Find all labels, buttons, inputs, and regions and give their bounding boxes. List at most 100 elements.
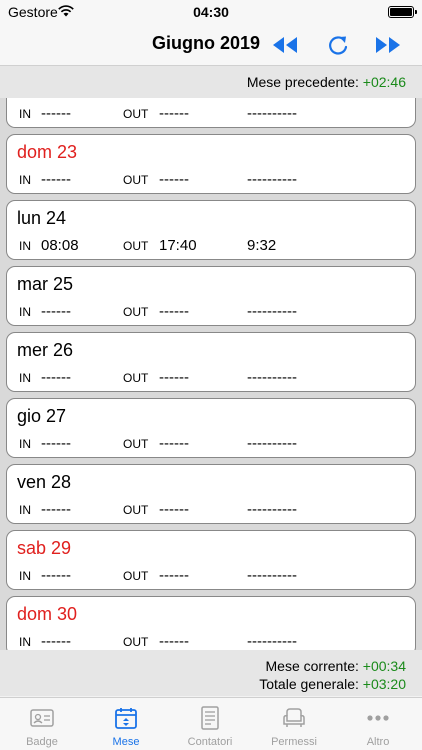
day-card[interactable]: lun 24 IN 08:08 OUT 17:40 9:32: [6, 200, 416, 260]
worked-total: ----------: [247, 633, 297, 650]
out-label: OUT: [123, 503, 149, 517]
day-card[interactable]: dom 30 IN ------ OUT ------ ----------: [6, 596, 416, 650]
in-label: IN: [19, 371, 31, 385]
badge-card-icon: [30, 709, 54, 727]
previous-month-value: +02:46: [362, 74, 406, 90]
tab-altro[interactable]: Altro: [336, 698, 420, 750]
day-times-row: IN ------ OUT ------ ----------: [7, 633, 415, 650]
tab-badge-label: Badge: [26, 736, 58, 748]
out-label: OUT: [123, 437, 149, 451]
out-time: ------: [159, 369, 189, 386]
next-month-button[interactable]: [373, 31, 403, 59]
day-card[interactable]: IN ------ OUT ------ ----------: [6, 98, 416, 128]
out-label: OUT: [123, 569, 149, 583]
day-times-row: IN ------ OUT ------ ----------: [7, 435, 415, 455]
in-time: ------: [41, 105, 71, 122]
out-label: OUT: [123, 107, 149, 121]
out-label: OUT: [123, 239, 149, 253]
out-time: ------: [159, 567, 189, 584]
out-time: ------: [159, 105, 189, 122]
tab-permessi[interactable]: Permessi: [252, 698, 336, 750]
in-label: IN: [19, 635, 31, 649]
worked-total: ----------: [247, 303, 297, 320]
double-arrow-left-icon: [273, 37, 297, 53]
day-card[interactable]: ven 28 IN ------ OUT ------ ----------: [6, 464, 416, 524]
out-label: OUT: [123, 173, 149, 187]
day-label: lun 24: [17, 208, 67, 228]
day-list[interactable]: IN ------ OUT ------ ---------- dom 23 IN -----…: [0, 98, 422, 650]
in-time: ------: [41, 303, 71, 320]
navigation-bar: Giugno 2019: [0, 24, 422, 66]
current-month-value: +00:34: [362, 658, 406, 674]
in-time: ------: [41, 567, 71, 584]
refresh-button[interactable]: [323, 31, 353, 59]
worked-total: 9:32: [247, 237, 277, 254]
day-times-row: IN 08:08 OUT 17:40 9:32: [7, 237, 415, 257]
tab-bar: Badge Mese Contatori Permessi Altro: [0, 697, 422, 750]
battery-icon: [388, 6, 417, 18]
in-time: 08:08: [41, 237, 79, 254]
in-label: IN: [19, 437, 31, 451]
status-bar: Gestore 04:30: [0, 0, 422, 24]
in-time: ------: [41, 633, 71, 650]
out-time: ------: [159, 171, 189, 188]
out-label: OUT: [123, 635, 149, 649]
in-label: IN: [19, 239, 31, 253]
in-label: IN: [19, 107, 31, 121]
day-times-row: IN ------ OUT ------ ----------: [7, 171, 415, 191]
previous-month-balance: Mese precedente: +02:46: [0, 66, 422, 98]
tab-badge[interactable]: Badge: [0, 698, 84, 750]
worked-total: ----------: [247, 567, 297, 584]
refresh-icon: [329, 36, 348, 55]
out-time: ------: [159, 303, 189, 320]
day-card[interactable]: gio 27 IN ------ OUT ------ ----------: [6, 398, 416, 458]
day-label: mer 26: [17, 340, 74, 360]
tab-mese-label: Mese: [112, 736, 140, 748]
worked-total: ----------: [247, 369, 297, 386]
calendar-icon: [115, 708, 137, 729]
general-total-value: +03:20: [362, 676, 406, 692]
in-time: ------: [41, 369, 71, 386]
day-label: mar 25: [17, 274, 74, 294]
out-time: 17:40: [159, 237, 197, 254]
day-times-row: IN ------ OUT ------ ----------: [7, 369, 415, 389]
worked-total: ----------: [247, 105, 297, 122]
in-time: ------: [41, 501, 71, 518]
previous-month-label: Mese precedente:: [246, 74, 359, 90]
more-dots-icon: [367, 715, 389, 721]
day-times-row: IN ------ OUT ------ ----------: [7, 567, 415, 587]
previous-month-button[interactable]: [270, 31, 300, 59]
in-label: IN: [19, 173, 31, 187]
day-card[interactable]: mar 25 IN ------ OUT ------ ----------: [6, 266, 416, 326]
worked-total: ----------: [247, 435, 297, 452]
totals-panel: Mese corrente: +00:34 Totale generale: +…: [0, 650, 422, 696]
out-time: ------: [159, 435, 189, 452]
tab-contatori-label: Contatori: [187, 736, 233, 748]
worked-total: ----------: [247, 501, 297, 518]
out-time: ------: [159, 633, 189, 650]
day-times-row: IN ------ OUT ------ ----------: [7, 303, 415, 323]
day-label: sab 29: [17, 538, 72, 558]
tab-altro-label: Altro: [366, 736, 390, 748]
worked-total: ----------: [247, 171, 297, 188]
day-label: gio 27: [17, 406, 67, 426]
in-time: ------: [41, 171, 71, 188]
day-label: dom 23: [17, 142, 78, 162]
in-label: IN: [19, 305, 31, 319]
day-card[interactable]: mer 26 IN ------ OUT ------ ----------: [6, 332, 416, 392]
day-label: dom 30: [17, 604, 78, 624]
day-card[interactable]: dom 23 IN ------ OUT ------ ----------: [6, 134, 416, 194]
day-label: ven 28: [17, 472, 72, 492]
out-time: ------: [159, 501, 189, 518]
out-label: OUT: [123, 305, 149, 319]
tab-contatori[interactable]: Contatori: [168, 698, 252, 750]
document-icon: [201, 706, 219, 730]
tab-mese[interactable]: Mese: [84, 698, 168, 750]
general-total-label: Totale generale:: [259, 676, 359, 692]
tab-permessi-label: Permessi: [271, 736, 317, 748]
current-month-label: Mese corrente:: [265, 658, 359, 674]
clock: 04:30: [193, 4, 229, 20]
in-label: IN: [19, 503, 31, 517]
day-card[interactable]: sab 29 IN ------ OUT ------ ----------: [6, 530, 416, 590]
day-times-row: IN ------ OUT ------ ----------: [7, 105, 415, 125]
